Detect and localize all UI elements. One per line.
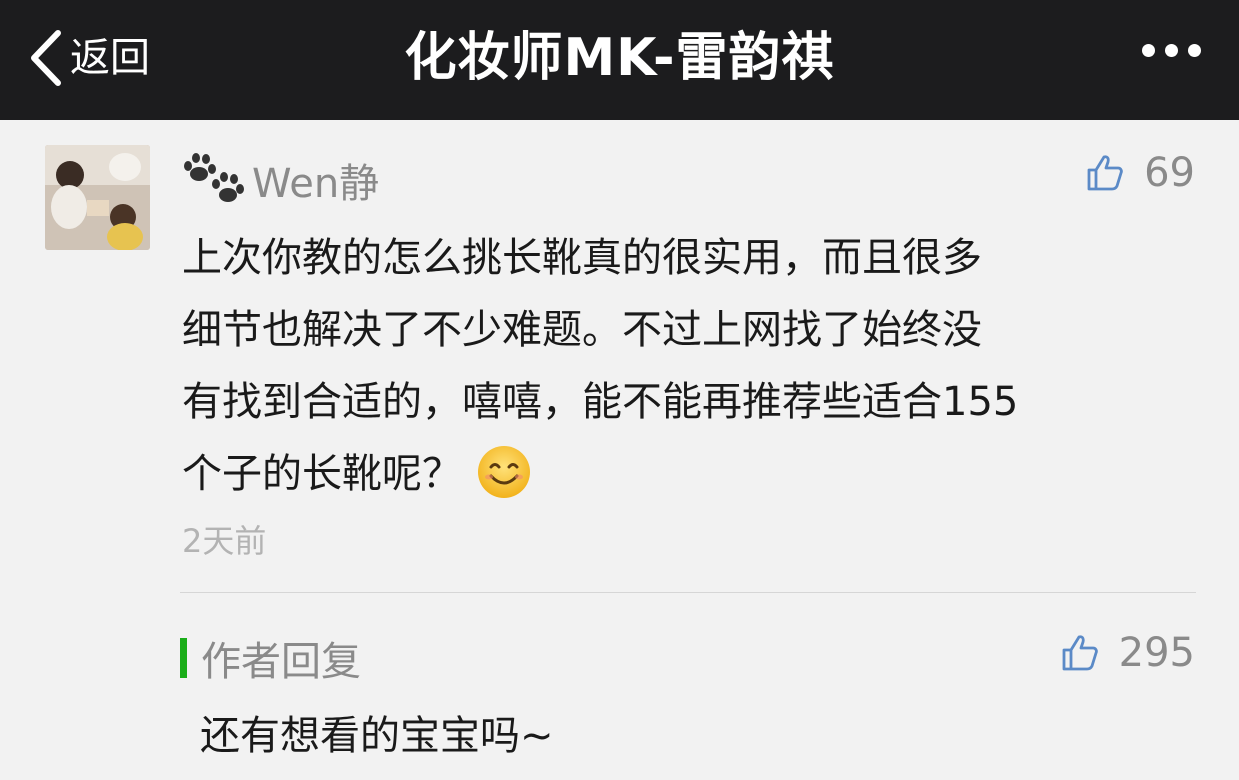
like-count: 69 (1144, 150, 1195, 196)
comment-timestamp: 2天前 (182, 522, 267, 560)
thumbs-up-icon (1087, 155, 1123, 191)
avatar[interactable] (45, 145, 150, 250)
reply-like-button[interactable]: 295 (1061, 630, 1195, 676)
comment-line: 细节也解决了不少难题。不过上网找了始终没 (182, 307, 982, 353)
page-title: 化妆师MK-雷韵祺 (404, 28, 835, 88)
reply-like-count: 295 (1118, 630, 1195, 676)
comment-author: Wen静 (182, 150, 379, 210)
reply-author-label: 作者回复 (201, 639, 361, 685)
paw-icon (184, 153, 244, 202)
more-menu-button[interactable] (1142, 44, 1201, 57)
reply-indicator-bar (180, 638, 187, 678)
more-dot-icon (1165, 44, 1178, 57)
smile-emoji-icon (478, 446, 530, 498)
comment-line-last: 个子的长靴呢？ (182, 438, 1202, 510)
navigation-bar: 返回 化妆师MK-雷韵祺 (0, 0, 1239, 120)
thumbs-up-icon (1062, 635, 1098, 671)
divider (180, 592, 1196, 593)
like-button[interactable]: 69 (1086, 150, 1195, 196)
reply-body: 还有想看的宝宝吗~ (200, 713, 554, 759)
more-dot-icon (1142, 44, 1155, 57)
comment-line: 有找到合适的，嘻嘻，能不能再推荐些适合155 (182, 379, 1019, 425)
comment-body: 上次你教的怎么挑长靴真的很实用，而且很多 细节也解决了不少难题。不过上网找了始终… (182, 222, 1202, 510)
author-reply-header: 作者回复 (180, 630, 361, 686)
username: Wen静 (252, 161, 380, 207)
avatar-photo (45, 145, 150, 250)
comment-line: 个子的长靴呢？ (182, 451, 462, 497)
comment-line: 上次你教的怎么挑长靴真的很实用，而且很多 (182, 235, 982, 281)
more-dot-icon (1188, 44, 1201, 57)
